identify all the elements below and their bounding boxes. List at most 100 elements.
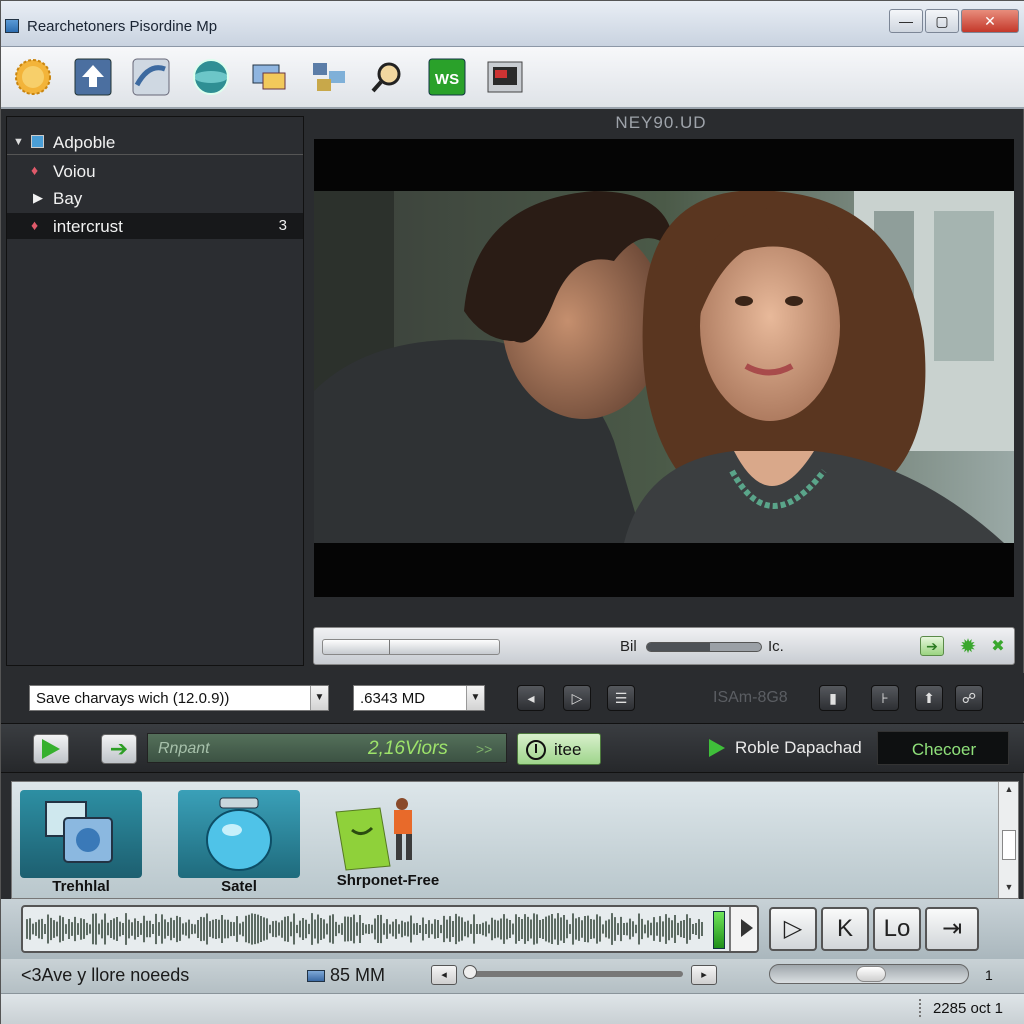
globe-button[interactable] (189, 55, 233, 99)
upload-button[interactable] (71, 55, 115, 99)
close-button[interactable]: ✕ (961, 9, 1019, 33)
waveform-graphic (26, 913, 703, 945)
chevron-down-icon[interactable]: ▼ (13, 136, 24, 148)
pause-icon[interactable]: ▮ (819, 685, 847, 711)
monitor-icon (252, 64, 286, 90)
pin-icon: ♦ (31, 162, 39, 178)
media-item-shrponet[interactable] (328, 790, 450, 878)
transport-k-button[interactable]: K (821, 907, 869, 951)
next-small-button[interactable]: ▸ (691, 965, 717, 985)
app-window: Rearchetoners Pisordine Mp — ▢ ✕ WS ▼ Ad… (0, 0, 1024, 1024)
network-button[interactable] (307, 55, 351, 99)
arrow-right-icon: ➔ (109, 736, 129, 761)
svg-text:WS: WS (435, 71, 459, 88)
window-controls: — ▢ ✕ (889, 9, 1019, 33)
stream-button[interactable] (129, 55, 173, 99)
volume-icon[interactable]: ◂ (517, 685, 545, 711)
minimize-button[interactable]: — (889, 9, 923, 33)
play-icon: ▶ (33, 190, 43, 205)
size-dropdown-value: .6343 MD (360, 690, 426, 707)
step-icon[interactable]: ⊦ (871, 685, 899, 711)
pointer-icon[interactable]: ☍ (955, 685, 983, 711)
seek-label-bil: Bil (620, 638, 637, 655)
toolbar: WS (1, 47, 1024, 109)
tree-item-label: Adpoble (53, 133, 116, 152)
play-icon (709, 739, 725, 757)
next-button[interactable]: ➔ (101, 734, 137, 764)
ghost-label: ISAm-8G8 (713, 689, 788, 706)
play-icon[interactable]: ▷ (563, 685, 591, 711)
media-item-label: Trehhlal (52, 878, 110, 895)
scroll-thumb[interactable] (1002, 830, 1016, 860)
magnifier-icon (371, 62, 401, 93)
bottom-bar: <3Ave y llore noeeds 85 MM ◂ ▸ 1 (1, 959, 1024, 993)
item-count: 3 (278, 217, 287, 234)
tree-item-adpoble[interactable]: ▼ Adpoble (7, 129, 303, 155)
action-row: ➔ Rnpant 2,16Viors >> itee Roble Dapacha… (1, 723, 1024, 773)
checker-button[interactable]: Checoer (877, 731, 1009, 765)
size-dropdown[interactable]: .6343 MD ▼ (353, 685, 485, 711)
bottom-size: 85 MM (307, 965, 385, 986)
progress-label: Rnpant (158, 740, 210, 757)
magnifier-button[interactable] (365, 55, 409, 99)
prev-small-button[interactable]: ◂ (431, 965, 457, 985)
chevron-down-icon[interactable]: ▼ (310, 686, 328, 710)
badge-button[interactable] (11, 55, 55, 99)
media-item-satel[interactable] (178, 790, 300, 878)
tree-item-intercrust[interactable]: ♦ intercrust 3 (7, 213, 303, 239)
zoom-knob[interactable] (856, 966, 886, 982)
tree-item-label: Bay (53, 189, 83, 208)
app-icon (5, 19, 19, 33)
seek-handle[interactable] (389, 640, 390, 654)
list-icon[interactable]: ☰ (607, 685, 635, 711)
video-viewport[interactable] (314, 139, 1014, 597)
film-button[interactable] (483, 55, 527, 99)
transport-play-button[interactable]: ▷ (769, 907, 817, 951)
status-text: Roble Dapachad (735, 738, 862, 757)
render-progress: Rnpant 2,16Viors >> (147, 733, 507, 763)
ws-button[interactable]: WS (425, 55, 469, 99)
position-slider[interactable] (467, 971, 683, 977)
video-frame (314, 191, 1014, 543)
transport-lo-button[interactable]: Lo (873, 907, 921, 951)
scroll-up-icon[interactable]: ▲ (999, 784, 1019, 798)
shuffle-icon[interactable]: ✖ (986, 636, 1010, 656)
zoom-slider[interactable] (769, 964, 969, 984)
folder-icon (31, 135, 44, 148)
tree-item-label: Voiou (53, 162, 96, 181)
playhead[interactable] (713, 911, 725, 949)
badge-icon (15, 59, 51, 95)
scroll-down-icon[interactable]: ▼ (999, 882, 1019, 896)
chevron-down-icon[interactable]: ▼ (466, 686, 484, 710)
gear-icon[interactable]: ✹ (956, 636, 980, 658)
film-icon (487, 61, 523, 93)
seek-slider[interactable] (322, 639, 500, 655)
position-knob[interactable] (463, 965, 477, 979)
volume-fill (647, 643, 710, 651)
media-item-label: Shrponet-Free (336, 872, 440, 889)
waveform-end-button[interactable] (729, 907, 757, 951)
save-dropdown-value: Save charvays wich (12.0.9)) (36, 690, 230, 707)
audio-waveform[interactable] (21, 905, 759, 953)
transport-skip-button[interactable]: ⇥ (925, 907, 979, 951)
pin-icon: ♦ (31, 217, 39, 233)
tree-item-voiou[interactable]: ♦ Voiou (7, 158, 303, 184)
library-tree: ▼ Adpoble ♦ Voiou ▶ Bay ♦ intercrust 3 (6, 116, 304, 666)
save-dropdown[interactable]: Save charvays wich (12.0.9)) ▼ (29, 685, 329, 711)
volume-slider[interactable] (646, 642, 762, 652)
zoom-level: 1 (985, 967, 993, 983)
upload-icon[interactable]: ⬆ (915, 685, 943, 711)
forward-icon[interactable]: ➔ (920, 636, 944, 656)
play-button[interactable] (33, 734, 69, 764)
media-item-trehhlal[interactable] (20, 790, 142, 878)
progress-chevrons: >> (476, 741, 493, 757)
network-icon (313, 63, 345, 91)
window-title: Rearchetoners Pisordine Mp (27, 18, 218, 35)
stream-icon (132, 58, 170, 96)
tree-item-bay[interactable]: ▶ Bay (7, 185, 303, 211)
progress-value: 2,16Viors (368, 738, 448, 759)
itee-button[interactable]: itee (517, 733, 601, 765)
strip-scrollbar[interactable]: ▲ ▼ (998, 782, 1018, 898)
maximize-button[interactable]: ▢ (925, 9, 959, 33)
monitor-button[interactable] (247, 55, 291, 99)
